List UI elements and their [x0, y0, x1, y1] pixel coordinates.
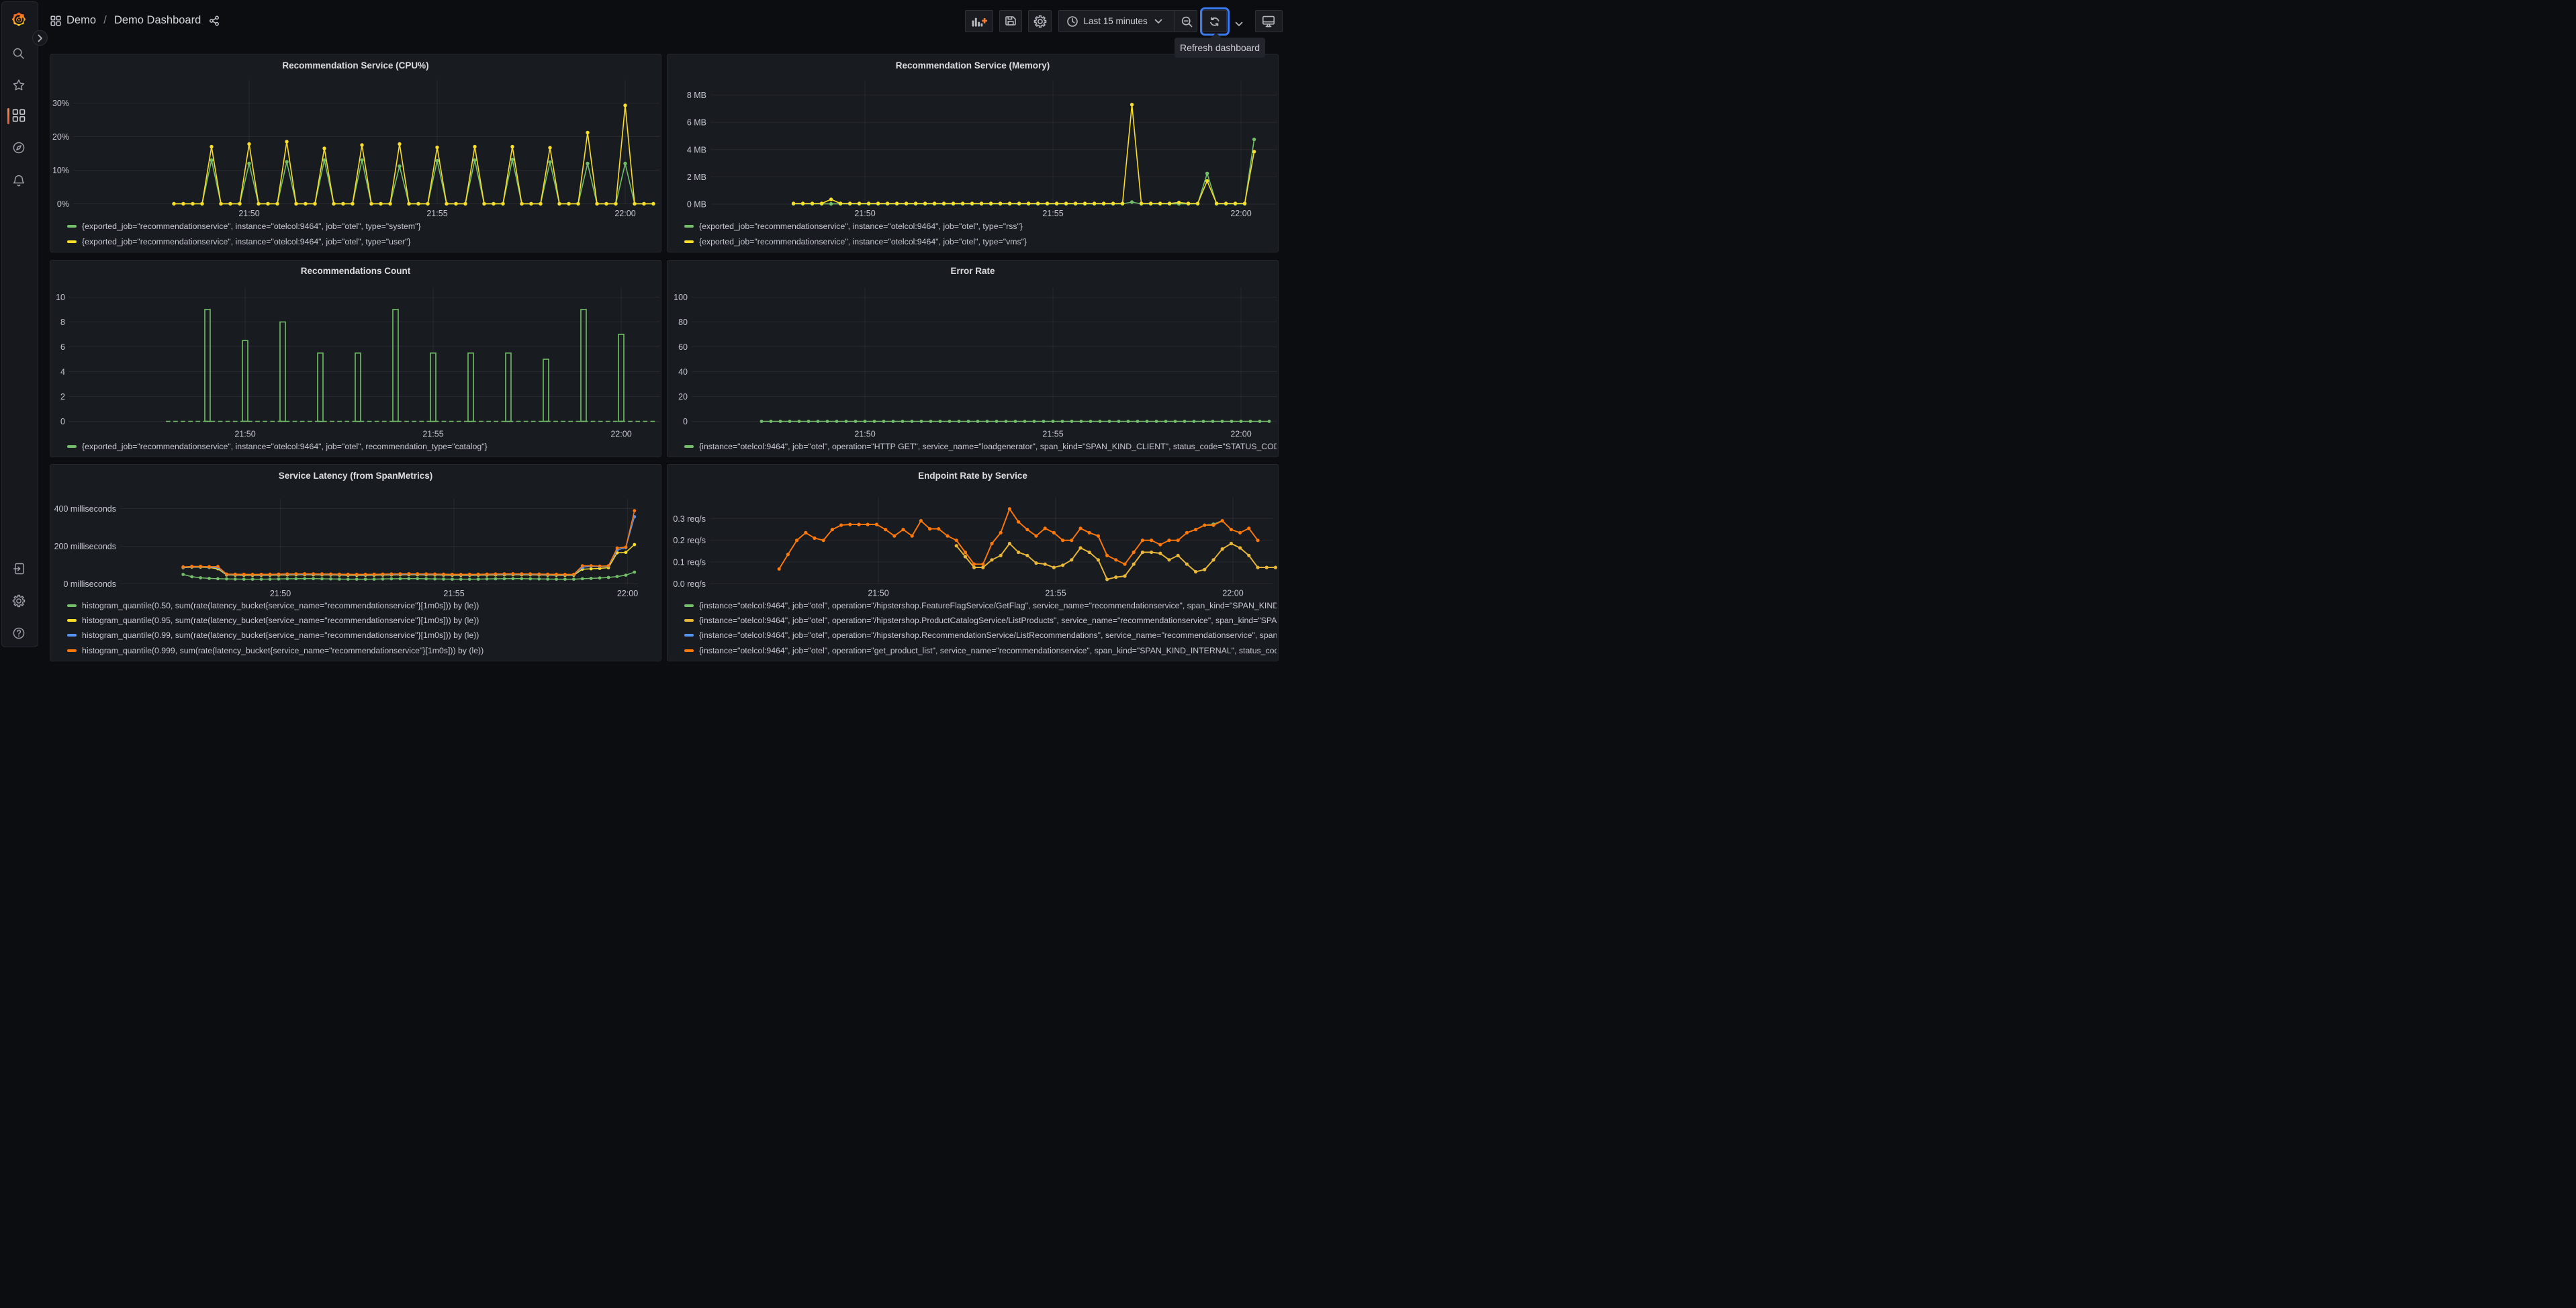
svg-text:0%: 0%: [57, 199, 69, 209]
svg-text:0.1 req/s: 0.1 req/s: [673, 558, 706, 567]
svg-text:21:55: 21:55: [422, 429, 443, 438]
svg-text:0: 0: [60, 417, 65, 426]
svg-text:20%: 20%: [52, 132, 69, 142]
svg-text:2: 2: [60, 392, 65, 402]
svg-text:2 MB: 2 MB: [687, 173, 706, 182]
svg-text:22:00: 22:00: [614, 209, 635, 218]
svg-text:21:50: 21:50: [854, 429, 875, 438]
svg-text:200 milliseconds: 200 milliseconds: [54, 542, 116, 551]
svg-text:0.3 req/s: 0.3 req/s: [673, 514, 706, 524]
svg-text:21:55: 21:55: [1042, 209, 1063, 218]
svg-text:100: 100: [674, 293, 688, 302]
svg-text:0.2 req/s: 0.2 req/s: [673, 536, 706, 545]
svg-text:20: 20: [678, 392, 688, 402]
svg-text:21:55: 21:55: [443, 589, 464, 598]
svg-text:0.0 req/s: 0.0 req/s: [673, 579, 706, 589]
svg-text:0 milliseconds: 0 milliseconds: [63, 579, 116, 589]
svg-text:22:00: 22:00: [610, 429, 631, 438]
svg-text:6 MB: 6 MB: [687, 118, 706, 128]
svg-text:22:00: 22:00: [1230, 209, 1251, 218]
svg-text:4 MB: 4 MB: [687, 145, 706, 154]
svg-text:22:00: 22:00: [1230, 429, 1251, 438]
svg-text:21:50: 21:50: [868, 589, 888, 598]
svg-text:8: 8: [60, 318, 65, 327]
svg-text:21:50: 21:50: [234, 429, 255, 438]
svg-text:22:00: 22:00: [1222, 589, 1243, 598]
svg-text:4: 4: [60, 367, 65, 377]
svg-text:30%: 30%: [52, 99, 69, 108]
svg-text:22:00: 22:00: [617, 589, 638, 598]
svg-text:21:55: 21:55: [1042, 429, 1063, 438]
svg-text:21:50: 21:50: [270, 589, 291, 598]
svg-text:8 MB: 8 MB: [687, 91, 706, 100]
svg-text:21:55: 21:55: [426, 209, 447, 218]
svg-text:21:50: 21:50: [854, 209, 875, 218]
svg-text:21:50: 21:50: [238, 209, 259, 218]
svg-text:80: 80: [678, 318, 688, 327]
svg-text:6: 6: [60, 342, 65, 352]
svg-text:400 milliseconds: 400 milliseconds: [54, 504, 116, 514]
svg-text:0: 0: [683, 417, 688, 426]
svg-text:40: 40: [678, 367, 688, 377]
svg-text:21:55: 21:55: [1045, 589, 1066, 598]
svg-text:10%: 10%: [52, 166, 69, 175]
svg-text:60: 60: [678, 342, 688, 352]
svg-text:0 MB: 0 MB: [687, 200, 706, 209]
svg-text:10: 10: [56, 293, 65, 302]
